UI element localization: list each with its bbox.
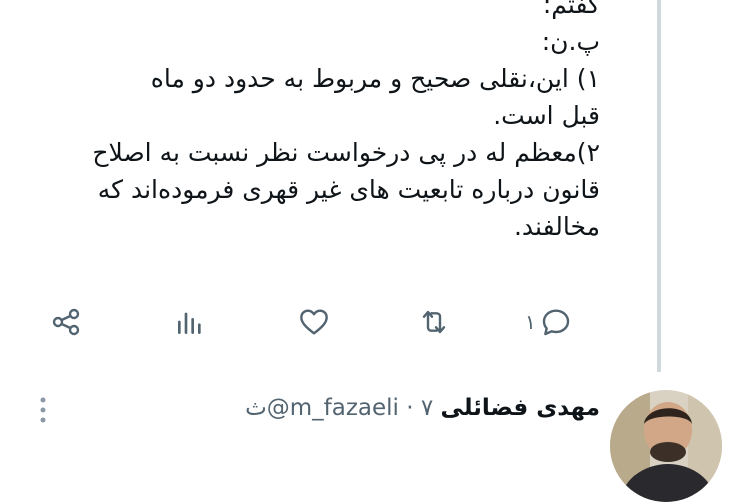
tweet-line: قانون درباره تابعیت های غیر قهری فرموده‌… — [97, 175, 600, 204]
next-tweet[interactable]: مهدی فضائلی @m_fazaeli · ۷ث — [0, 385, 750, 502]
tweet-line: ۱) این،نقلی صحیح و مربوط به حدود دو ماه — [150, 64, 600, 93]
tweet-line: گفتم: — [542, 0, 600, 19]
author-name[interactable]: مهدی فضائلی — [441, 395, 600, 421]
heart-icon — [300, 309, 328, 335]
views-button[interactable] — [174, 300, 206, 344]
avatar-photo — [610, 390, 722, 502]
author-handle[interactable]: @m_fazaeli — [267, 395, 399, 421]
views-icon — [178, 312, 201, 334]
like-button[interactable] — [298, 300, 330, 344]
tweet-action-bar: ۱ — [40, 300, 600, 344]
reply-button[interactable]: ۱ — [525, 300, 572, 344]
header-separator: · — [406, 395, 414, 421]
tweet-line: قبل است. — [493, 101, 600, 130]
more-options-icon[interactable] — [38, 395, 48, 425]
tweet-line: ۲)معظم له در پی درخواست نظر نسبت به اصلا… — [92, 138, 600, 167]
tweet-body: گفتم: پ.ن: ۱) این،نقلی صحیح و مربوط به ح… — [20, 0, 600, 245]
share-icon — [52, 308, 80, 336]
share-button[interactable] — [50, 300, 82, 344]
tweet-header: مهدی فضائلی @m_fazaeli · ۷ث — [245, 391, 600, 425]
reply-count: ۱ — [525, 310, 536, 334]
reply-icon — [542, 309, 569, 336]
retweet-icon — [422, 310, 446, 334]
retweet-button[interactable] — [418, 300, 450, 344]
avatar[interactable] — [610, 390, 722, 502]
thread-connector-line — [657, 0, 661, 372]
tweet-line: پ.ن: — [541, 27, 600, 56]
tweet-line: مخالفند. — [513, 212, 600, 241]
